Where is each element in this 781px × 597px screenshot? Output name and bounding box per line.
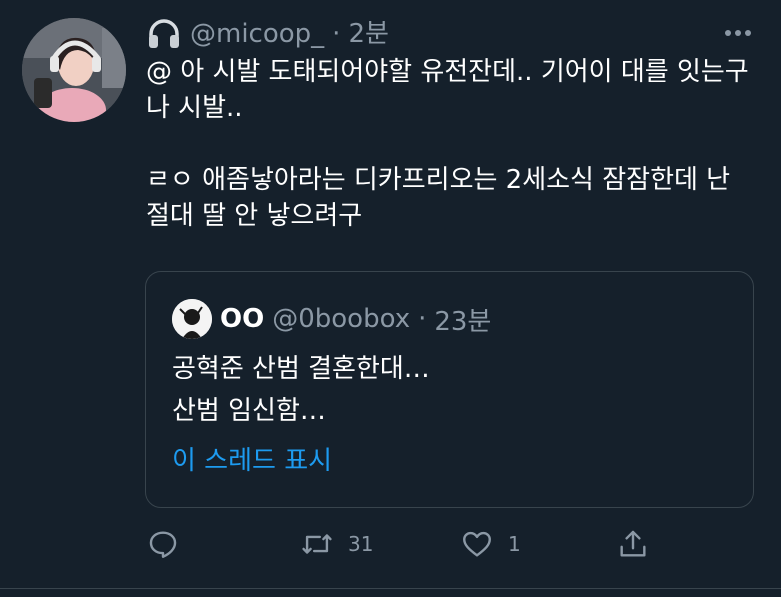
tweet-body: @ 아 시발 도태되어야할 유전잔데.. 기어이 대를 잇는구나 시발.. ㄹㅇ… — [146, 54, 756, 234]
tweet-body-line — [146, 126, 756, 162]
tweet[interactable]: @micoop_ · 2분 @ 아 시발 도태되어야할 유전잔데.. 기어이 대… — [0, 0, 781, 597]
retweet-button[interactable]: 31 — [300, 526, 373, 562]
share-icon — [620, 530, 646, 557]
quoted-tweet-header: OO @0boobox · 23분 — [172, 297, 491, 341]
reply-button[interactable] — [146, 526, 194, 562]
tweet-body-line: ㄹㅇ 애좀낳아라는 디카프리오는 2세소식 잠잠한데 난 절대 딸 안 낳으려구 — [146, 165, 739, 231]
divider — [0, 588, 781, 589]
tweet-time[interactable]: 2분 — [348, 14, 388, 54]
like-count: 1 — [508, 532, 521, 556]
avatar-photo — [22, 18, 126, 122]
tweet-body-line: @ 아 시발 도태되어야할 유전잔데.. 기어이 대를 잇는구나 시발.. — [146, 57, 749, 123]
show-thread-link[interactable]: 이 스레드 표시 — [172, 440, 332, 477]
avatar[interactable] — [22, 18, 126, 122]
retweet-icon — [302, 534, 332, 554]
share-button[interactable] — [616, 526, 664, 562]
retweet-count: 31 — [348, 532, 374, 556]
quoted-body: 공혁준 산범 결혼한대… 산범 임신함… — [172, 348, 732, 432]
quoted-time[interactable]: 23분 — [434, 301, 491, 338]
tweet-header: @micoop_ · 2분 — [146, 14, 389, 54]
more-icon[interactable] — [723, 18, 753, 48]
headphones-icon[interactable] — [146, 16, 182, 52]
separator: · — [332, 19, 341, 49]
separator: · — [418, 304, 427, 334]
reply-icon — [149, 531, 177, 558]
quoted-name[interactable]: OO — [220, 304, 264, 334]
action-bar: 31 1 — [146, 526, 666, 562]
quoted-avatar — [172, 299, 212, 339]
quoted-body-line: 공혁준 산범 결혼한대… — [172, 354, 430, 384]
tweet-handle[interactable]: @micoop_ — [190, 14, 324, 54]
quoted-body-line: 산범 임신함… — [172, 396, 326, 426]
heart-icon — [463, 531, 491, 557]
quoted-tweet[interactable]: OO @0boobox · 23분 공혁준 산범 결혼한대… 산범 임신함… 이… — [145, 271, 754, 508]
quoted-handle[interactable]: @0boobox — [272, 304, 410, 334]
like-button[interactable]: 1 — [460, 526, 521, 562]
